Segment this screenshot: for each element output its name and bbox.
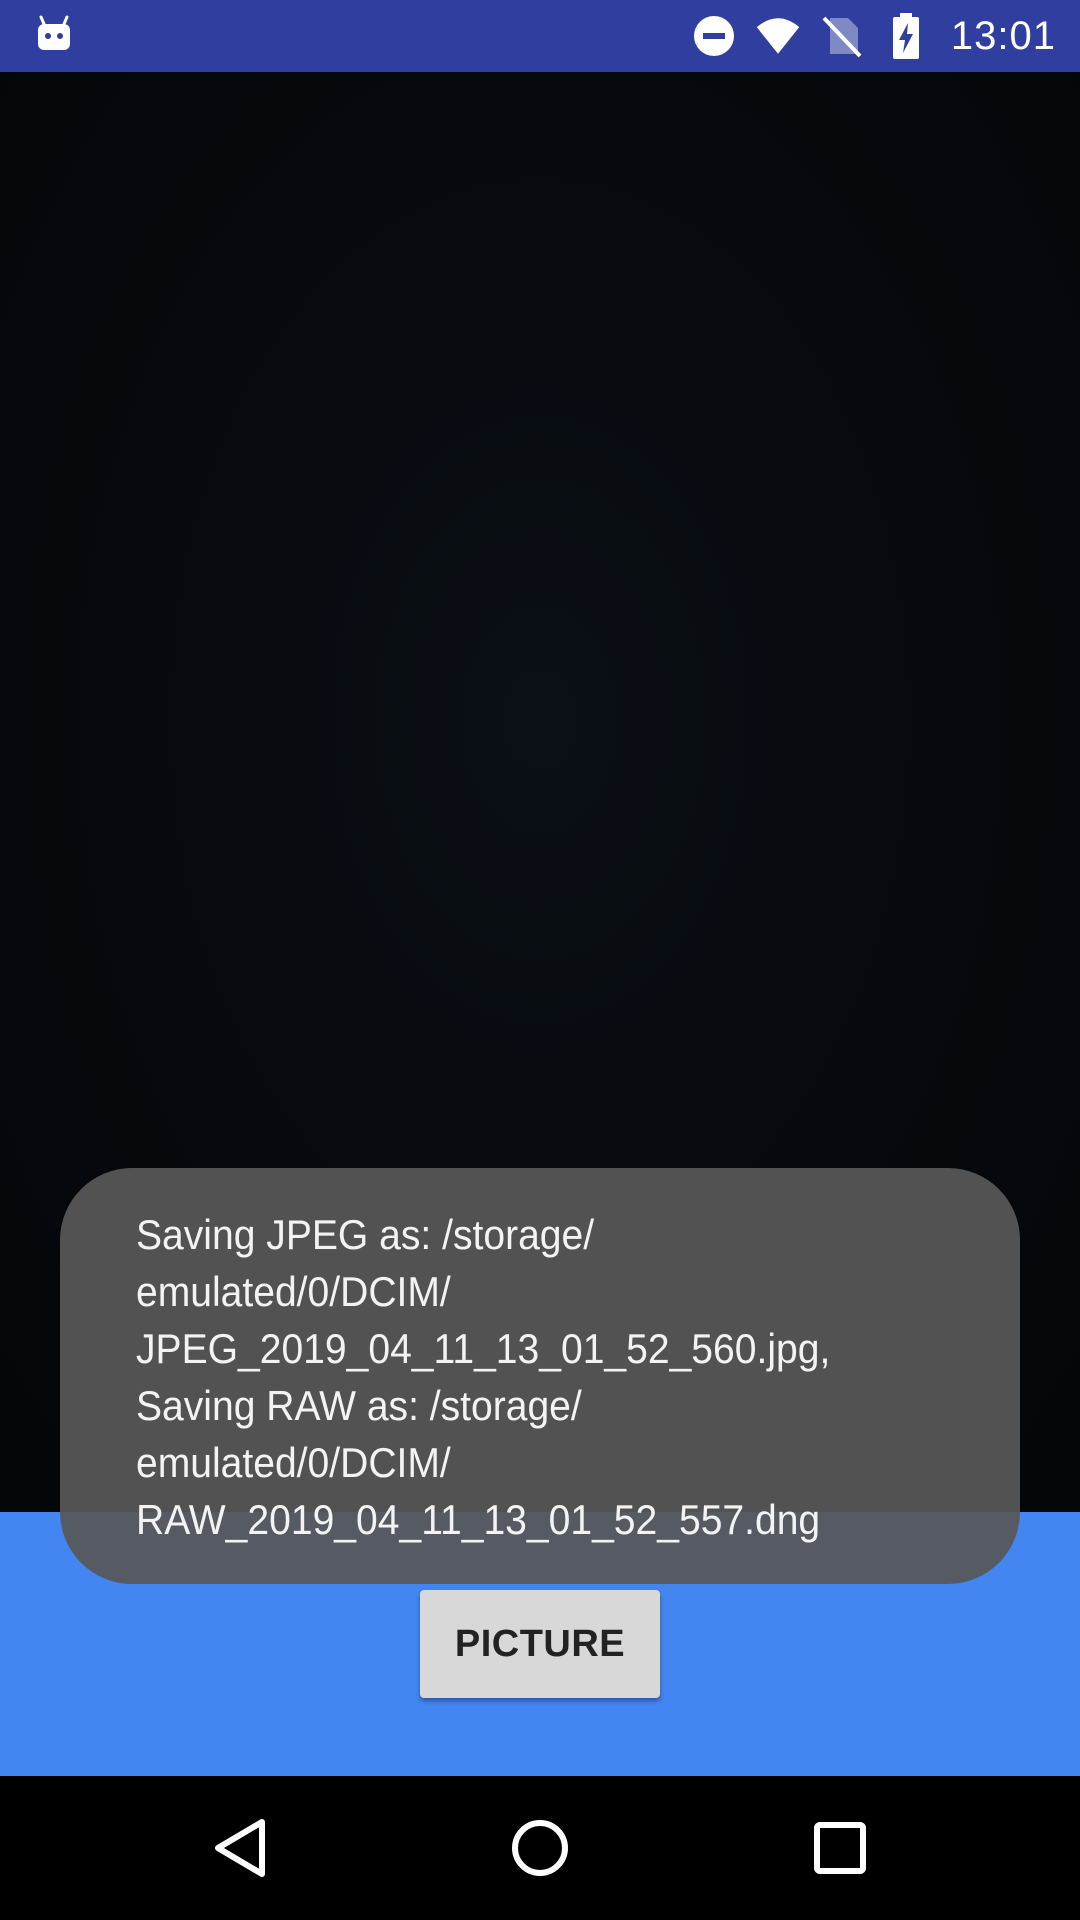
status-bar: 13:01: [0, 0, 1080, 72]
toast-line: Saving RAW as: /storage/: [136, 1382, 582, 1429]
toast-line: JPEG_2019_04_11_13_01_52_560.jpg,: [136, 1325, 831, 1372]
back-icon[interactable]: [188, 1796, 292, 1900]
android-debug-icon: [34, 14, 74, 54]
home-icon[interactable]: [488, 1796, 592, 1900]
battery-charging-icon: [883, 13, 929, 59]
toast-line: RAW_2019_04_11_13_01_52_557.dng: [136, 1496, 821, 1543]
toast-line: Saving JPEG as: /storage/: [136, 1211, 595, 1258]
toast-message: Saving JPEG as: /storage/ emulated/0/DCI…: [60, 1168, 1020, 1584]
picture-button[interactable]: PICTURE: [420, 1590, 660, 1698]
navigation-bar: [0, 1776, 1080, 1920]
no-sim-icon: [819, 13, 865, 59]
toast-line: emulated/0/DCIM/: [136, 1268, 451, 1315]
do-not-disturb-icon: [691, 13, 737, 59]
wifi-icon: [755, 13, 801, 59]
screen: 13:01 PICTURE Saving JPEG as: /storage/ …: [0, 0, 1080, 1920]
status-icons: 13:01: [691, 0, 1056, 72]
recents-icon[interactable]: [788, 1796, 892, 1900]
toast-line: emulated/0/DCIM/: [136, 1439, 451, 1486]
status-time: 13:01: [950, 13, 1056, 58]
